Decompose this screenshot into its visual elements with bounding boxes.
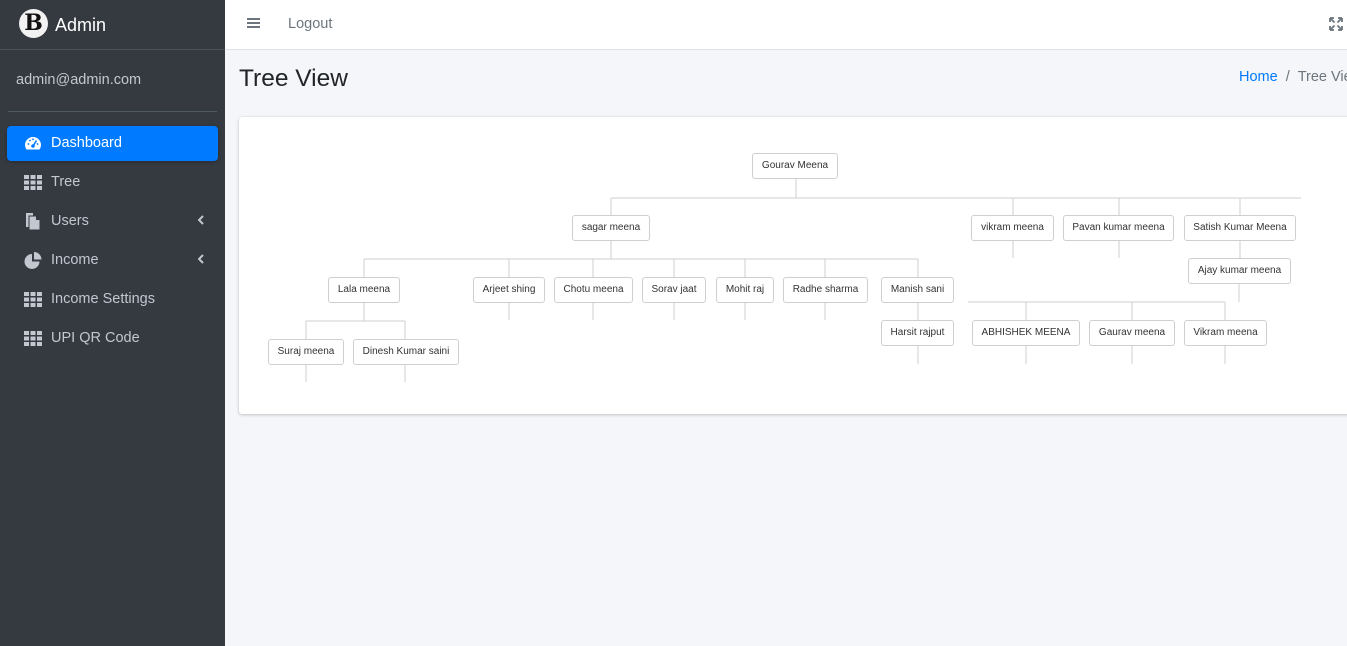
table-icon [24,331,42,346]
page-title: Tree View [239,65,348,92]
tree-card: Gourav Meena sagar meena vikram meena Pa… [239,117,1347,414]
tree-node[interactable]: Radhe sharma [783,277,868,303]
tree-node[interactable]: Dinesh Kumar saini [353,339,459,365]
tachometer-icon [25,137,41,150]
brand-link[interactable]: B Admin [0,0,225,50]
tree-node[interactable]: Chotu meena [554,277,633,303]
user-email[interactable]: admin@admin.com [16,72,141,88]
breadcrumb-current: Tree View [1297,69,1347,85]
tree-node[interactable]: Arjeet shing [473,277,545,303]
breadcrumb-separator: / [1285,69,1290,85]
tree-node[interactable]: Vikram meena [1184,320,1267,346]
top-navbar: Logout [225,0,1347,50]
tree-node[interactable]: ABHISHEK MEENA [972,320,1080,346]
logout-link[interactable]: Logout [288,16,332,32]
tree-node[interactable]: Harsit rajput [881,320,954,346]
tree-node[interactable]: Suraj meena [268,339,344,365]
bars-icon[interactable] [247,17,260,29]
tree-node[interactable]: Ajay kumar meena [1188,258,1291,284]
tree-node[interactable]: Pavan kumar meena [1063,215,1174,241]
tree-node[interactable]: Gourav Meena [752,153,838,179]
pie-chart-icon [24,252,42,269]
sidebar-item-income[interactable]: Income [7,243,218,278]
sidebar-item-upi-qr-code[interactable]: UPI QR Code [7,321,218,356]
table-icon [24,175,42,190]
table-icon [24,292,42,307]
tree-node[interactable]: Sorav jaat [642,277,706,303]
sidebar-item-income-settings[interactable]: Income Settings [7,282,218,317]
sidebar-item-label: Income Settings [51,291,155,307]
sidebar: B Admin admin@admin.com Dashboard Tree U… [0,0,225,646]
chevron-left-icon [198,254,204,264]
sidebar-item-dashboard[interactable]: Dashboard [7,126,218,161]
tree-node[interactable]: vikram meena [971,215,1054,241]
brand-name: Admin [55,15,107,35]
chevron-left-icon [198,215,204,225]
sidebar-item-label: UPI QR Code [51,330,140,346]
tree-node[interactable]: Satish Kumar Meena [1184,215,1296,241]
tree-node[interactable]: Mohit raj [716,277,774,303]
tree-node[interactable]: Lala meena [328,277,400,303]
breadcrumb-home-link[interactable]: Home [1239,69,1278,85]
sidebar-item-tree[interactable]: Tree [7,165,218,200]
sidebar-item-label: Tree [51,174,81,190]
breadcrumb: Home / Tree View [1239,69,1347,85]
sidebar-item-label: Users [51,213,89,229]
expand-icon[interactable] [1329,17,1343,31]
sidebar-item-users[interactable]: Users [7,204,218,239]
sidebar-item-label: Dashboard [51,135,122,151]
copy-icon [26,213,41,230]
tree-node[interactable]: sagar meena [572,215,650,241]
sidebar-nav: Dashboard Tree Users Income Income Setti… [7,126,218,360]
tree-node[interactable]: Manish sani [881,277,954,303]
user-panel: admin@admin.com [8,50,217,112]
brand-logo: B [19,9,48,38]
sidebar-item-label: Income [51,252,99,268]
tree-node[interactable]: Gaurav meena [1089,320,1175,346]
